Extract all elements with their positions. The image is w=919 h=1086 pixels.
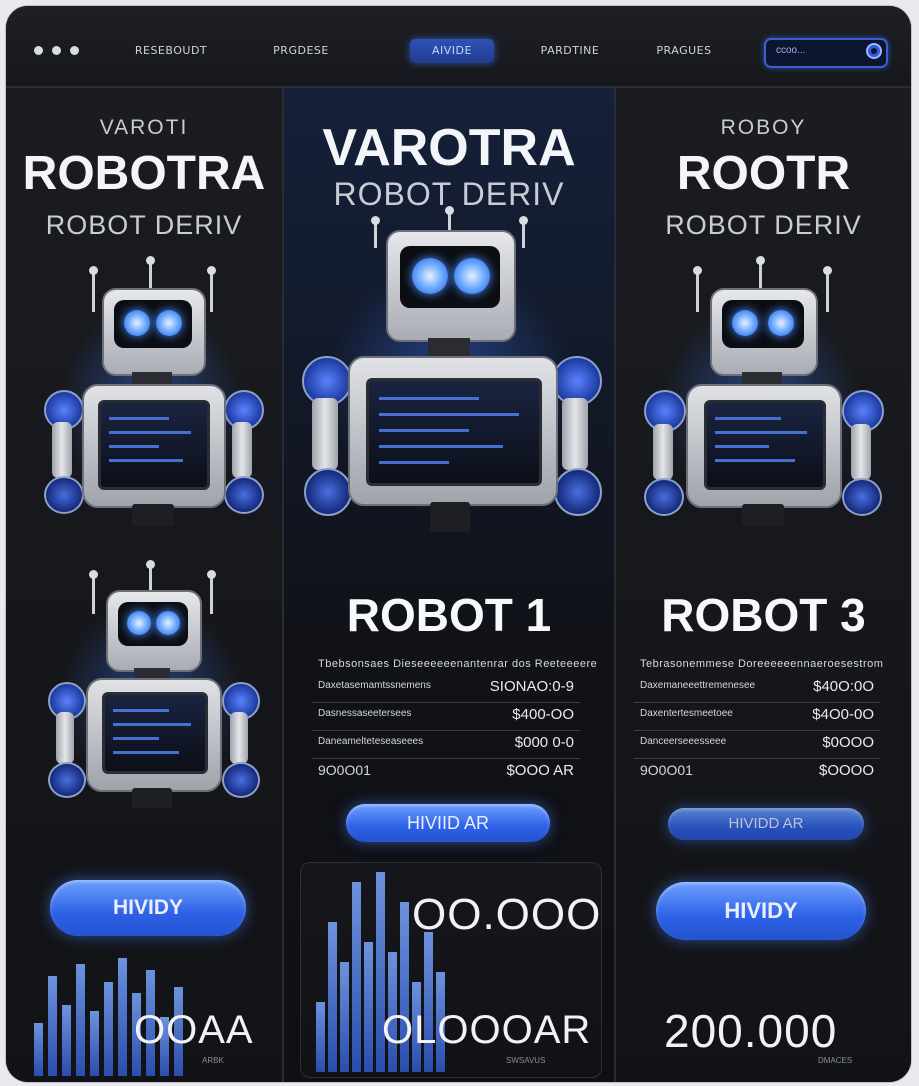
spec-row: Danceerseeesseee $0OOO [634, 730, 880, 759]
total-value: OLOOOAR [382, 1008, 592, 1052]
spec-label: Daxemaneeettremenesee [640, 680, 756, 691]
sparkline-bar [328, 922, 337, 1072]
spec-label: 9O0O01 [640, 762, 693, 778]
robot-name: ROBOT 1 [346, 589, 552, 641]
spec-row: Daxentertesmeetoee $4O0-0O [634, 702, 880, 731]
spec-header: Tebrasonemmese Doreeeeeennaeroesestrom [640, 658, 884, 670]
card-title: VAROTRA [322, 119, 576, 177]
sparkline-bar [352, 882, 361, 1072]
sparkline-bar [364, 942, 373, 1072]
nav-item[interactable]: PRGDESE [256, 39, 346, 63]
robot-name: ROBOT 3 [661, 589, 866, 641]
total-value: 200.000 [664, 1005, 838, 1057]
card-subtitle: ROBOT DERIV [45, 210, 243, 240]
sparkline-bar [90, 1011, 99, 1076]
nav-item[interactable]: PARDTINE [528, 39, 612, 63]
spec-label: Daxetasemamtssnemens [318, 680, 431, 691]
spec-value: SIONAO:0-9 [489, 678, 574, 695]
robot-illustration [294, 206, 604, 546]
nav-item[interactable]: PRAGUES [642, 39, 726, 63]
spec-value: $0OOO [822, 734, 874, 751]
spec-row: Daxetasemamtssnemens SIONAO:0-9 [312, 674, 580, 703]
total-caption: SWSAVUS [506, 1056, 546, 1065]
robot-illustration [36, 256, 266, 538]
robot-illustration [36, 560, 266, 822]
spec-label: Daneamelteteseaseees [318, 736, 424, 747]
nav-item[interactable]: RESEBOUDT [121, 39, 221, 63]
spec-label: 9O0O01 [318, 762, 371, 778]
total-caption: ARBK [202, 1056, 224, 1065]
spec-label: Danceerseeesseee [640, 736, 727, 747]
sparkline-bar [48, 976, 57, 1076]
hivid-button[interactable]: HIVIDY [50, 880, 246, 936]
sparkline-bar [104, 982, 113, 1076]
sparkline-bar [62, 1005, 71, 1076]
sparkline-bar [34, 1023, 43, 1076]
search-input[interactable]: ccoo... [764, 38, 888, 68]
sparkline-bar [76, 964, 85, 1076]
search-icon[interactable] [866, 43, 882, 59]
sparkline-bar [118, 958, 127, 1076]
spec-label: Dasnessaseetersees [318, 708, 412, 719]
spec-row: 9O0O01 $OOOO [634, 758, 880, 786]
hivid-button[interactable]: HIVIDY [656, 882, 866, 940]
card-kicker: VAROTI [99, 116, 189, 139]
robot-illustration [636, 256, 886, 538]
window-dot-icon[interactable] [52, 46, 61, 55]
card-title: ROOTR [676, 147, 851, 200]
spec-value: $OOO AR [506, 762, 574, 779]
spec-row: Dasnessaseetersees $400-OO [312, 702, 580, 731]
spec-value: $000 0-0 [514, 734, 574, 751]
window-dot-icon[interactable] [70, 46, 79, 55]
spec-value: $4O0-0O [812, 706, 874, 723]
hivid-ar-button[interactable]: HIVIID AR [346, 804, 550, 842]
card-subtitle: ROBOT DERIV [665, 210, 862, 240]
spec-value: $OOOO [818, 762, 874, 779]
search-input-text: ccoo... [776, 45, 806, 56]
spec-row: 9O0O01 $OOO AR [312, 758, 580, 786]
spec-row: Daneamelteteseaseees $000 0-0 [312, 730, 580, 759]
spec-value: $400-OO [512, 706, 574, 723]
spec-header: Tbebsonsaes Dieseeeeeenantenrar dos Reet… [318, 658, 598, 670]
card-title: ROBOTRA [22, 147, 266, 200]
total-value: OOAA [134, 1008, 254, 1052]
spec-label: Daxentertesmeetoee [640, 708, 733, 719]
window-dot-icon[interactable] [34, 46, 43, 55]
app-window: RESEBOUDT PRGDESE AIVIDE PARDTINE PRAGUE… [6, 6, 911, 1082]
hivid-ar-button[interactable]: HIVIDD AR [668, 808, 864, 840]
spec-value: $40O:0O [813, 678, 874, 695]
spec-row: Daxemaneeettremenesee $40O:0O [634, 674, 880, 703]
sparkline-bar [316, 1002, 325, 1072]
total-value-top: OO.OOO [412, 890, 602, 939]
total-caption: DMACES [818, 1056, 853, 1065]
card-kicker: ROBOY [720, 116, 807, 139]
top-nav-bar: RESEBOUDT PRGDESE AIVIDE PARDTINE PRAGUE… [6, 6, 911, 88]
nav-item-active[interactable]: AIVIDE [410, 39, 494, 63]
sparkline-bar [340, 962, 349, 1072]
